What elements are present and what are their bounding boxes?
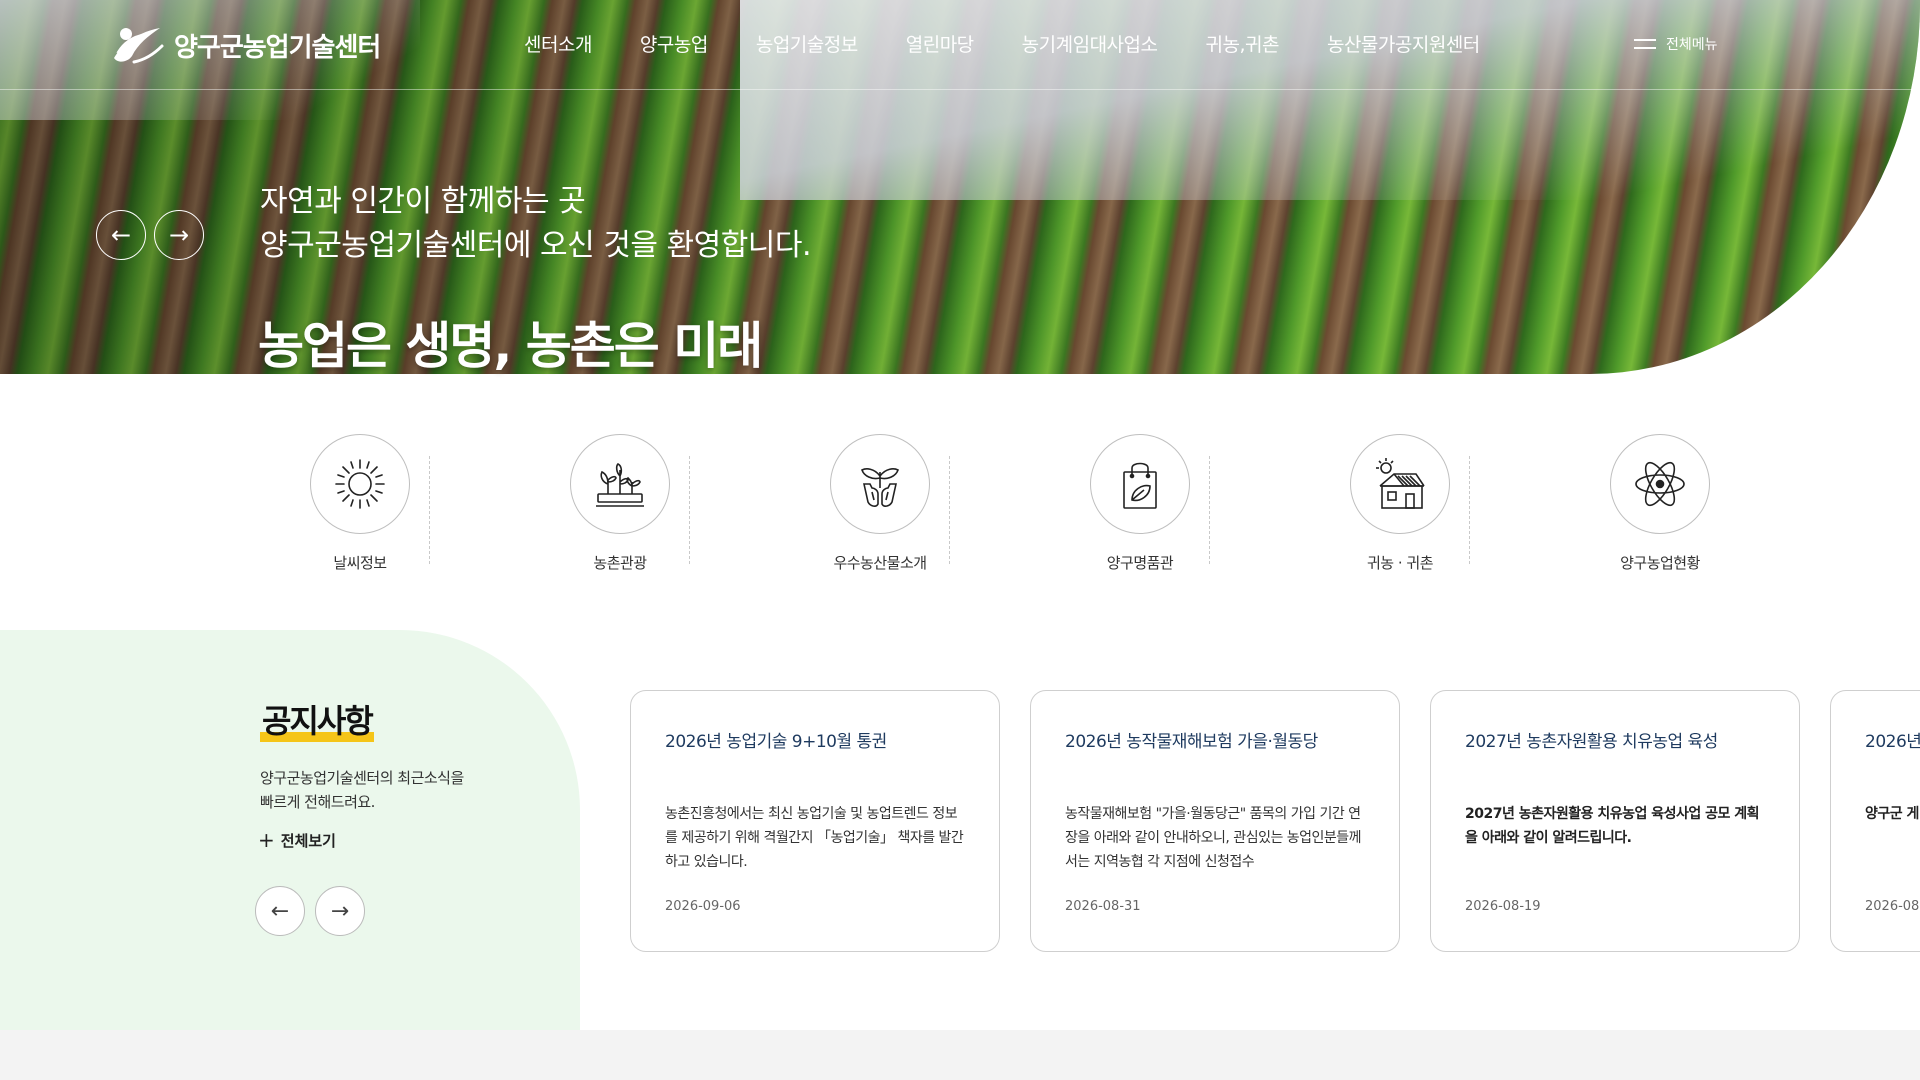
quick-divider <box>429 456 430 564</box>
notice-desc-line1: 양구군농업기술센터의 최근소식을 <box>260 769 464 787</box>
arrow-right-icon: → <box>330 898 350 924</box>
quick-divider <box>689 456 690 564</box>
notice-card[interactable]: 2027년 농촌자원활용 치유농업 육성 2027년 농촌자원활용 치유농업 육… <box>1430 690 1800 952</box>
footer-strip <box>0 1030 1920 1080</box>
notice-view-all-link[interactable]: + 전체보기 <box>258 830 336 851</box>
plant-pot-icon <box>596 463 644 507</box>
notice-card[interactable]: 2026년 양구군 게 체류 정적인 2026-08- <box>1830 690 1920 952</box>
quick-divider <box>1209 456 1210 564</box>
hero-headline: 농업은 생명, 농촌은 미래 <box>258 317 763 375</box>
quick-icon-circle <box>310 434 410 534</box>
notice-card-carousel: 2026년 농업기술 9+10월 통권 농촌진흥청에서는 최신 농업기술 및 농… <box>630 690 1920 952</box>
hamburger-icon <box>1634 38 1656 50</box>
notice-view-all-label: 전체보기 <box>280 832 336 850</box>
quick-item-weather[interactable]: 날씨정보 <box>260 434 460 573</box>
quick-icon-circle <box>1090 434 1190 534</box>
quick-item-quality-products[interactable]: 우수농산물소개 <box>780 434 980 573</box>
notice-prev-button[interactable]: ← <box>255 886 305 936</box>
notice-card-body: 농촌진흥청에서는 최신 농업기술 및 농업트렌드 정보를 제공하기 위해 격월간… <box>665 806 964 870</box>
hero-next-button[interactable]: → <box>154 210 204 260</box>
arrow-left-icon: ← <box>270 898 290 924</box>
quick-label: 양구농업현황 <box>1620 554 1700 572</box>
shopping-bag-leaf-icon <box>1123 462 1157 509</box>
notice-card-date: 2026-08-31 <box>1065 899 1141 914</box>
plus-icon: + <box>258 828 275 852</box>
nav-item-open-forum[interactable]: 열린마당 <box>882 30 998 57</box>
all-menu-label: 전체메뉴 <box>1666 37 1718 53</box>
quick-label: 날씨정보 <box>333 554 387 572</box>
atom-icon <box>1635 461 1685 507</box>
notice-card-date: 2026-09-06 <box>665 899 741 914</box>
main-navigation: 센터소개 양구농업 농업기술정보 열린마당 농기계임대사업소 귀농,귀촌 농산물… <box>500 30 1504 57</box>
site-logo[interactable]: 양구군농업기술센터 <box>108 22 381 68</box>
hero-subtitle: 자연과 인간이 함께하는 곳 양구군농업기술센터에 오신 것을 환영합니다. <box>260 180 812 268</box>
notice-card-title: 2026년 <box>1865 732 1920 752</box>
arrow-left-icon: ← <box>110 221 132 249</box>
nav-item-processing-center[interactable]: 농산물가공지원센터 <box>1303 30 1504 57</box>
nav-item-return-farming[interactable]: 귀농,귀촌 <box>1182 30 1303 57</box>
notice-card[interactable]: 2026년 농업기술 9+10월 통권 농촌진흥청에서는 최신 농업기술 및 농… <box>630 690 1000 952</box>
quick-label: 양구명품관 <box>1106 554 1174 572</box>
notice-card-title: 2026년 농작물재해보험 가을·월동당 <box>1065 732 1318 752</box>
notice-desc-line2: 빠르게 전해드려요. <box>260 793 375 811</box>
quick-icon-circle <box>570 434 670 534</box>
hands-sprout-icon <box>861 468 899 507</box>
quick-label: 귀농 · 귀촌 <box>1366 554 1434 572</box>
quick-divider <box>949 456 950 564</box>
quick-icon-circle <box>830 434 930 534</box>
nav-item-machinery-rental[interactable]: 농기계임대사업소 <box>998 30 1182 57</box>
quick-item-yanggu-premium[interactable]: 양구명품관 <box>1040 434 1240 573</box>
notice-card-date: 2026-08- <box>1865 899 1920 914</box>
quick-item-return-farming[interactable]: 귀농 · 귀촌 <box>1300 434 1500 573</box>
quick-label: 우수농산물소개 <box>833 554 927 572</box>
notice-card-body: 농작물재해보험 "가을·월동당근" 품목의 가입 기간 연장을 아래와 같이 안… <box>1065 806 1362 870</box>
hero-prev-button[interactable]: ← <box>96 210 146 260</box>
notice-card-title: 2026년 농업기술 9+10월 통권 <box>665 732 887 752</box>
quick-icon-circle <box>1350 434 1450 534</box>
nav-item-agri-tech-info[interactable]: 농업기술정보 <box>732 30 882 57</box>
notice-card-date: 2026-08-19 <box>1465 899 1541 914</box>
quick-item-agri-status[interactable]: 양구농업현황 <box>1560 434 1760 573</box>
nav-item-center-intro[interactable]: 센터소개 <box>500 30 616 57</box>
notice-next-button[interactable]: → <box>315 886 365 936</box>
quick-icon-circle <box>1610 434 1710 534</box>
notice-card-body: 양구군 게 체류 정적인 <box>1865 806 1920 822</box>
quick-divider <box>1469 456 1470 564</box>
notice-card[interactable]: 2026년 농작물재해보험 가을·월동당 농작물재해보험 "가을·월동당근" 품… <box>1030 690 1400 952</box>
logo-text: 양구군농업기술센터 <box>174 32 381 63</box>
hero-subtitle-line1: 자연과 인간이 함께하는 곳 <box>260 184 586 219</box>
sun-icon <box>335 459 385 509</box>
quick-label: 농촌관광 <box>593 554 647 572</box>
hero-subtitle-line2: 양구군농업기술센터에 오신 것을 환영합니다. <box>260 228 812 263</box>
notice-title: 공지사항 <box>260 696 374 742</box>
notice-card-body: 2027년 농촌자원활용 치유농업 육성사업 공모 계획을 아래와 같이 알려드… <box>1465 806 1760 846</box>
house-sun-icon <box>1376 458 1425 509</box>
header-divider <box>0 89 1920 90</box>
quick-menu: 날씨정보 농촌관광 우수농산물소개 양구명품관 귀농 · 귀촌 양구농업현황 <box>260 434 1710 584</box>
logo-icon <box>114 28 164 64</box>
notice-description: 양구군농업기술센터의 최근소식을 빠르게 전해드려요. <box>260 766 520 814</box>
arrow-right-icon: → <box>168 221 190 249</box>
notice-card-title: 2027년 농촌자원활용 치유농업 육성 <box>1465 732 1718 752</box>
nav-item-yanggu-agriculture[interactable]: 양구농업 <box>616 30 732 57</box>
quick-item-rural-tourism[interactable]: 농촌관광 <box>520 434 720 573</box>
all-menu-button[interactable]: 전체메뉴 <box>1634 34 1718 54</box>
